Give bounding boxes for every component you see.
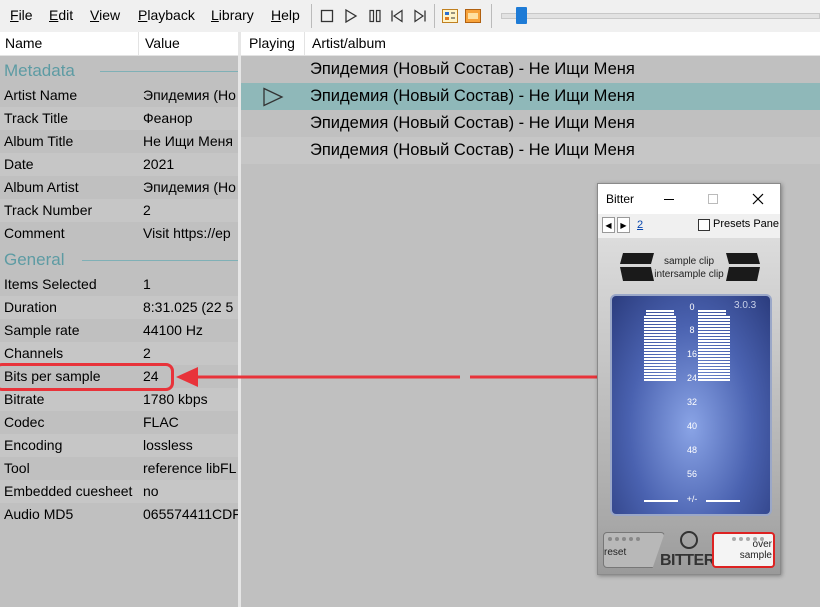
meter-bar-right <box>698 328 730 330</box>
meter-bar-left <box>644 346 676 348</box>
bitter-title: Bitter <box>606 192 635 206</box>
meter-scale-label: 56 <box>686 469 697 479</box>
meter-bar-right <box>698 376 730 378</box>
meter-bar-right <box>698 325 730 327</box>
meter-bar-right <box>698 343 730 345</box>
clip-labels: sample clip intersample clip <box>638 255 740 281</box>
meter-bar-left <box>644 322 676 324</box>
presets-pane-checkbox[interactable] <box>698 219 710 231</box>
version-label: 3.0.3 <box>734 300 757 311</box>
annotation-arrowhead <box>176 367 198 387</box>
meter-balance-left <box>644 500 678 502</box>
meter-bar-left <box>644 349 676 351</box>
led-dot <box>629 537 633 541</box>
led-dot <box>608 537 612 541</box>
meter-bar-right <box>698 373 730 375</box>
bitter-logo: BITTER <box>660 552 715 569</box>
close-icon[interactable] <box>746 188 770 210</box>
meter-bar-right <box>698 331 730 333</box>
meter-bar-left <box>644 358 676 360</box>
preset-link[interactable]: 2 <box>637 219 643 231</box>
led-dot <box>746 537 750 541</box>
meter-bar-right <box>698 316 730 318</box>
preset-next-icon[interactable]: ▶ <box>617 217 630 233</box>
maximize-icon <box>701 188 725 210</box>
meter-bar-left <box>644 352 676 354</box>
bitter-window: Bitter ◀ ▶ 2 Presets Pane sample clip in… <box>597 183 781 575</box>
led-dot <box>732 537 736 541</box>
meter-bar-left <box>644 334 676 336</box>
foobar-window: File Edit View Playback Library Help Nam… <box>0 0 820 607</box>
meter-bar-left <box>644 337 676 339</box>
meter-bar-left <box>644 319 676 321</box>
bitter-footer: reset BITTER over sample <box>598 526 780 574</box>
meter-bar-right <box>698 346 730 348</box>
meter-bar-right <box>698 355 730 357</box>
meter-bar-left <box>646 310 674 312</box>
meter-scale-label: +/- <box>686 494 698 504</box>
meter-bar-left <box>644 367 676 369</box>
reset-label: reset <box>604 547 627 558</box>
led-dot <box>739 537 743 541</box>
meter-scale-label: 48 <box>686 445 697 455</box>
preset-prev-icon[interactable]: ◀ <box>602 217 615 233</box>
meter-bar-left <box>644 364 676 366</box>
meter-balance-right <box>706 500 740 502</box>
intersample-clip-label: intersample clip <box>654 269 724 280</box>
meter-bar-right <box>698 340 730 342</box>
oversample-label-line2: sample <box>739 550 772 561</box>
meter-bar-right <box>698 310 726 312</box>
meter-scale-label: 40 <box>686 421 697 431</box>
bitter-toolbar: ◀ ▶ 2 Presets Pane <box>598 214 780 238</box>
meter-bar-right <box>698 337 730 339</box>
meter-bar-left <box>646 313 674 315</box>
meter-bar-right <box>698 364 730 366</box>
sample-clip-label: sample clip <box>663 256 715 267</box>
meter-bar-left <box>644 379 676 381</box>
meter-bar-left <box>644 361 676 363</box>
led-dot <box>622 537 626 541</box>
oversample-label: over sample <box>716 539 772 561</box>
meter-bar-left <box>644 373 676 375</box>
led-dot <box>753 537 757 541</box>
meter-bar-right <box>698 319 730 321</box>
meter-bar-left <box>644 331 676 333</box>
meter-bar-right <box>698 361 730 363</box>
meter-bar-left <box>644 355 676 357</box>
meter-bar-left <box>644 343 676 345</box>
meter-bar-left <box>644 376 676 378</box>
led-dot <box>760 537 764 541</box>
meter-bar-right <box>698 313 726 315</box>
presets-pane-label: Presets Pane <box>713 218 780 230</box>
bit-meter: 3.0.3 0 8 16 24 32 40 48 56 +/- <box>610 294 772 516</box>
bitter-titlebar[interactable]: Bitter <box>598 184 780 214</box>
meter-bar-left <box>644 340 676 342</box>
meter-bar-right <box>698 334 730 336</box>
meter-bar-left <box>644 316 676 318</box>
meter-bar-right <box>698 322 730 324</box>
meter-bar-right <box>698 379 730 381</box>
meter-scale-label: 32 <box>686 397 697 407</box>
meter-bar-left <box>644 325 676 327</box>
led-dot <box>615 537 619 541</box>
oversample-label-line1: over <box>752 539 772 550</box>
meter-bar-right <box>698 358 730 360</box>
meter-bar-right <box>698 370 730 372</box>
meter-bar-left <box>644 328 676 330</box>
minimize-icon[interactable] <box>657 188 681 210</box>
meter-bar-right <box>698 367 730 369</box>
intersample-clip-indicator <box>726 251 762 283</box>
bitter-body: sample clip intersample clip 3.0.3 0 8 16 2… <box>598 238 780 574</box>
meter-bar-left <box>644 370 676 372</box>
bitter-logo-icon <box>680 531 698 549</box>
meter-bar-right <box>698 352 730 354</box>
meter-bar-right <box>698 349 730 351</box>
led-dot <box>636 537 640 541</box>
